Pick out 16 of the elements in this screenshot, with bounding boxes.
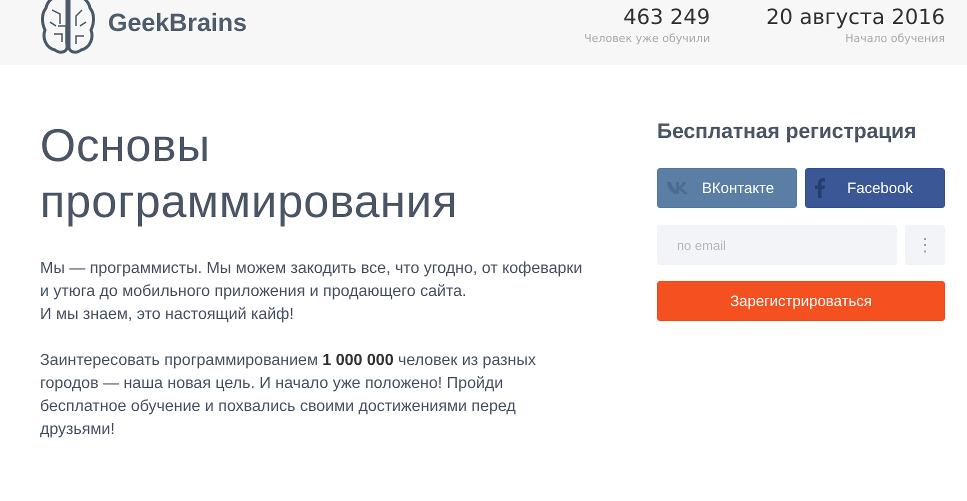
more-button[interactable]: ⋮ — [905, 225, 945, 265]
stat-caption: Человек уже обучили — [584, 32, 710, 45]
facebook-f-icon — [815, 178, 825, 198]
paragraph: Мы — программисты. Мы можем закодить все, что угодно, от кофеварки и утюга до мобильного приложения и продающего сайта. И мы знаем, это настоящий кайф! — [40, 259, 582, 325]
logo-text: GeekBrains — [108, 9, 247, 38]
register-button[interactable]: Зарегистрироваться — [657, 281, 945, 321]
email-field[interactable]: по email — [657, 225, 897, 265]
paragraph: Заинтересовать программированием 1 000 000 человек из разных городов — наша новая цель. И начало уже положено! Пройди бесплатное обучение и похвались своими достижениями перед друзьями! — [40, 351, 537, 440]
stat-caption: Начало обучения — [845, 32, 945, 45]
stat-value: 463 249 — [623, 4, 710, 30]
vk-button[interactable]: ВКонтакте — [657, 168, 797, 208]
stat-value: 20 августа 2016 — [766, 4, 945, 30]
page-title: Основы программирования — [40, 118, 459, 229]
registration-title: Бесплатная регистрация — [657, 120, 918, 144]
brain-icon — [40, 0, 96, 54]
facebook-button[interactable]: Facebook — [805, 168, 945, 208]
